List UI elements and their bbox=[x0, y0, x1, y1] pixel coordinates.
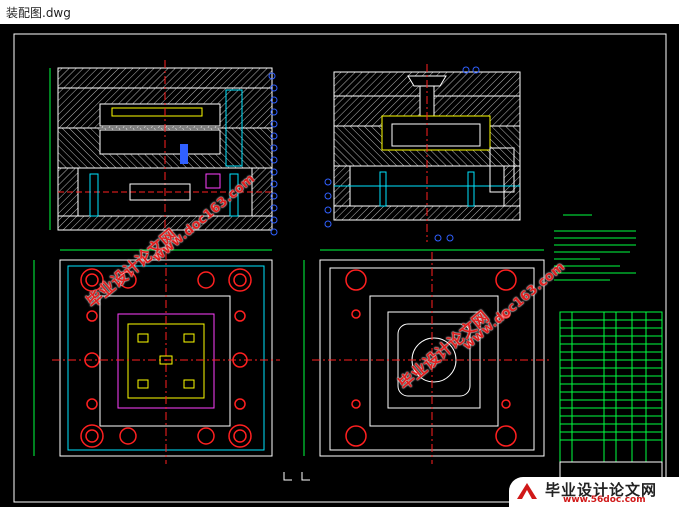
drawing-canvas[interactable]: 毕业设计论文网 www.doc163.com 毕业设计论文网 www.doc16… bbox=[0, 24, 679, 507]
title-bar: 装配图.dwg bbox=[0, 0, 679, 25]
front-section-view bbox=[49, 60, 273, 236]
window-title: 装配图.dwg bbox=[6, 6, 71, 20]
plan-view-left bbox=[33, 249, 280, 464]
cad-drawing bbox=[13, 33, 667, 503]
parts-list-table bbox=[559, 311, 663, 483]
section-marker bbox=[283, 472, 310, 481]
logo-url: www.56doc.com bbox=[563, 495, 646, 505]
side-section-view bbox=[333, 64, 521, 242]
logo-mark-icon bbox=[517, 483, 537, 499]
site-logo: 毕业设计论文网 www.56doc.com bbox=[509, 477, 679, 507]
